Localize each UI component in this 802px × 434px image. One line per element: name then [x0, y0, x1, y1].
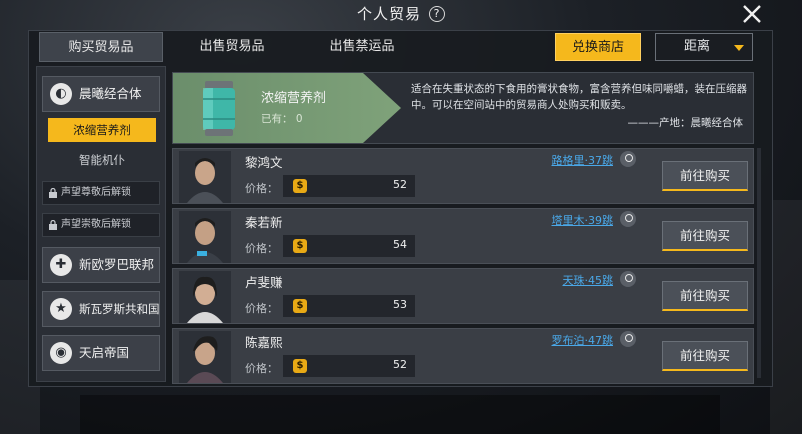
faction-label: 天启帝国: [79, 345, 130, 360]
faction-label: 斯瓦罗斯共和国: [79, 302, 160, 316]
merchant-name: 卢斐赚: [245, 275, 283, 290]
page-title: 个人贸易?: [0, 3, 802, 24]
locked-item-1[interactable]: 声望尊敬后解锁: [42, 181, 160, 205]
item-owned-count: 已有： 0: [261, 113, 303, 125]
merchant-portrait: [179, 271, 231, 323]
locked-item-2[interactable]: 声望崇敬后解锁: [42, 213, 160, 237]
tab-sell[interactable]: 出售贸易品: [170, 32, 294, 62]
faction-label: 新欧罗巴联邦: [79, 257, 155, 272]
go-buy-button[interactable]: 前往购买: [662, 161, 748, 191]
price-value: 52: [393, 178, 407, 191]
item-origin: ———产地：晨曦经合体: [627, 117, 744, 129]
exchange-shop-button[interactable]: 兑换商店: [555, 33, 641, 61]
price-value: 54: [393, 238, 407, 251]
faction-new-europa[interactable]: ✚ 新欧罗巴联邦: [42, 247, 160, 283]
merchant-name: 陈嘉熙: [245, 335, 283, 350]
merchant-portrait: [179, 211, 231, 263]
help-icon[interactable]: ?: [429, 6, 445, 22]
lock-icon: [49, 188, 57, 198]
coin-icon: $: [293, 359, 307, 373]
price-box: $ 53: [283, 295, 415, 317]
go-buy-button[interactable]: 前往购买: [662, 221, 748, 251]
chevron-down-icon: [734, 45, 744, 51]
coin-icon: $: [293, 299, 307, 313]
map-pin-icon[interactable]: [620, 211, 636, 227]
coin-icon: $: [293, 239, 307, 253]
faction-dawn[interactable]: ◐ 晨曦经合体: [42, 76, 160, 112]
merchant-row: 卢斐赚 价格： $ 53 天珠·45跳 前往购买: [172, 268, 754, 324]
merchant-portrait: [179, 331, 231, 383]
star-faction-icon: ★: [50, 298, 72, 320]
merchant-name: 黎鸿文: [245, 155, 283, 170]
price-value: 52: [393, 358, 407, 371]
price-box: $ 54: [283, 235, 415, 257]
map-pin-icon[interactable]: [620, 271, 636, 287]
price-label: 价格：: [245, 182, 278, 195]
tab-sell-contraband[interactable]: 出售禁运品: [300, 32, 424, 62]
merchant-location-link[interactable]: 罗布泊·47跳: [552, 332, 614, 348]
price-box: $ 52: [283, 355, 415, 377]
merchant-list-scrollbar[interactable]: [757, 148, 761, 378]
price-label: 价格：: [245, 242, 278, 255]
nutrient-canister-icon: [203, 81, 235, 136]
subitem-robot[interactable]: 智能机仆: [48, 148, 156, 172]
merchant-location-link[interactable]: 路格里·37跳: [552, 152, 614, 168]
lock-icon: [49, 220, 57, 230]
price-box: $ 52: [283, 175, 415, 197]
price-label: 价格：: [245, 302, 278, 315]
merchant-name: 秦若新: [245, 215, 283, 230]
merchant-location-link[interactable]: 塔里木·39跳: [552, 212, 614, 228]
item-description: 适合在失重状态的下食用的膏状食物，富含营养但味同嚼蜡，装在压缩器中。可以在空间站…: [411, 83, 747, 111]
title-text: 个人贸易: [356, 5, 421, 23]
map-pin-icon[interactable]: [620, 331, 636, 347]
price-label: 价格：: [245, 362, 278, 375]
locked-label: 声望崇敬后解锁: [61, 219, 131, 230]
item-info-banner: 浓缩营养剂 已有： 0 适合在失重状态的下食用的膏状食物，富含营养但味同嚼蜡，装…: [172, 72, 754, 144]
merchant-row: 秦若新 价格： $ 54 塔里木·39跳 前往购买: [172, 208, 754, 264]
merchant-location-link[interactable]: 天珠·45跳: [563, 272, 614, 288]
tab-buy[interactable]: 购买贸易品: [39, 32, 163, 62]
faction-apocalypse[interactable]: ◉ 天启帝国: [42, 335, 160, 371]
orb-faction-icon: ◉: [50, 342, 72, 364]
subitem-nutrient[interactable]: 浓缩营养剂: [48, 118, 156, 142]
map-pin-icon[interactable]: [620, 151, 636, 167]
locked-label: 声望尊敬后解锁: [61, 187, 131, 198]
go-buy-button[interactable]: 前往购买: [662, 341, 748, 371]
dawn-faction-icon: ◐: [50, 83, 72, 105]
faction-swaros[interactable]: ★ 斯瓦罗斯共和国: [42, 291, 160, 327]
coin-icon: $: [293, 179, 307, 193]
sort-label: 距离: [684, 39, 711, 54]
item-name: 浓缩营养剂: [261, 91, 327, 106]
cross-faction-icon: ✚: [50, 254, 72, 276]
price-value: 53: [393, 298, 407, 311]
merchant-row: 陈嘉熙 价格： $ 52 罗布泊·47跳 前往购买: [172, 328, 754, 384]
go-buy-button[interactable]: 前往购买: [662, 281, 748, 311]
merchant-row: 黎鸿文 价格： $ 52 路格里·37跳 前往购买: [172, 148, 754, 204]
merchant-portrait: [179, 151, 231, 203]
sort-dropdown[interactable]: 距离: [655, 33, 753, 61]
faction-label: 晨曦经合体: [79, 86, 142, 101]
close-icon[interactable]: [740, 2, 764, 26]
